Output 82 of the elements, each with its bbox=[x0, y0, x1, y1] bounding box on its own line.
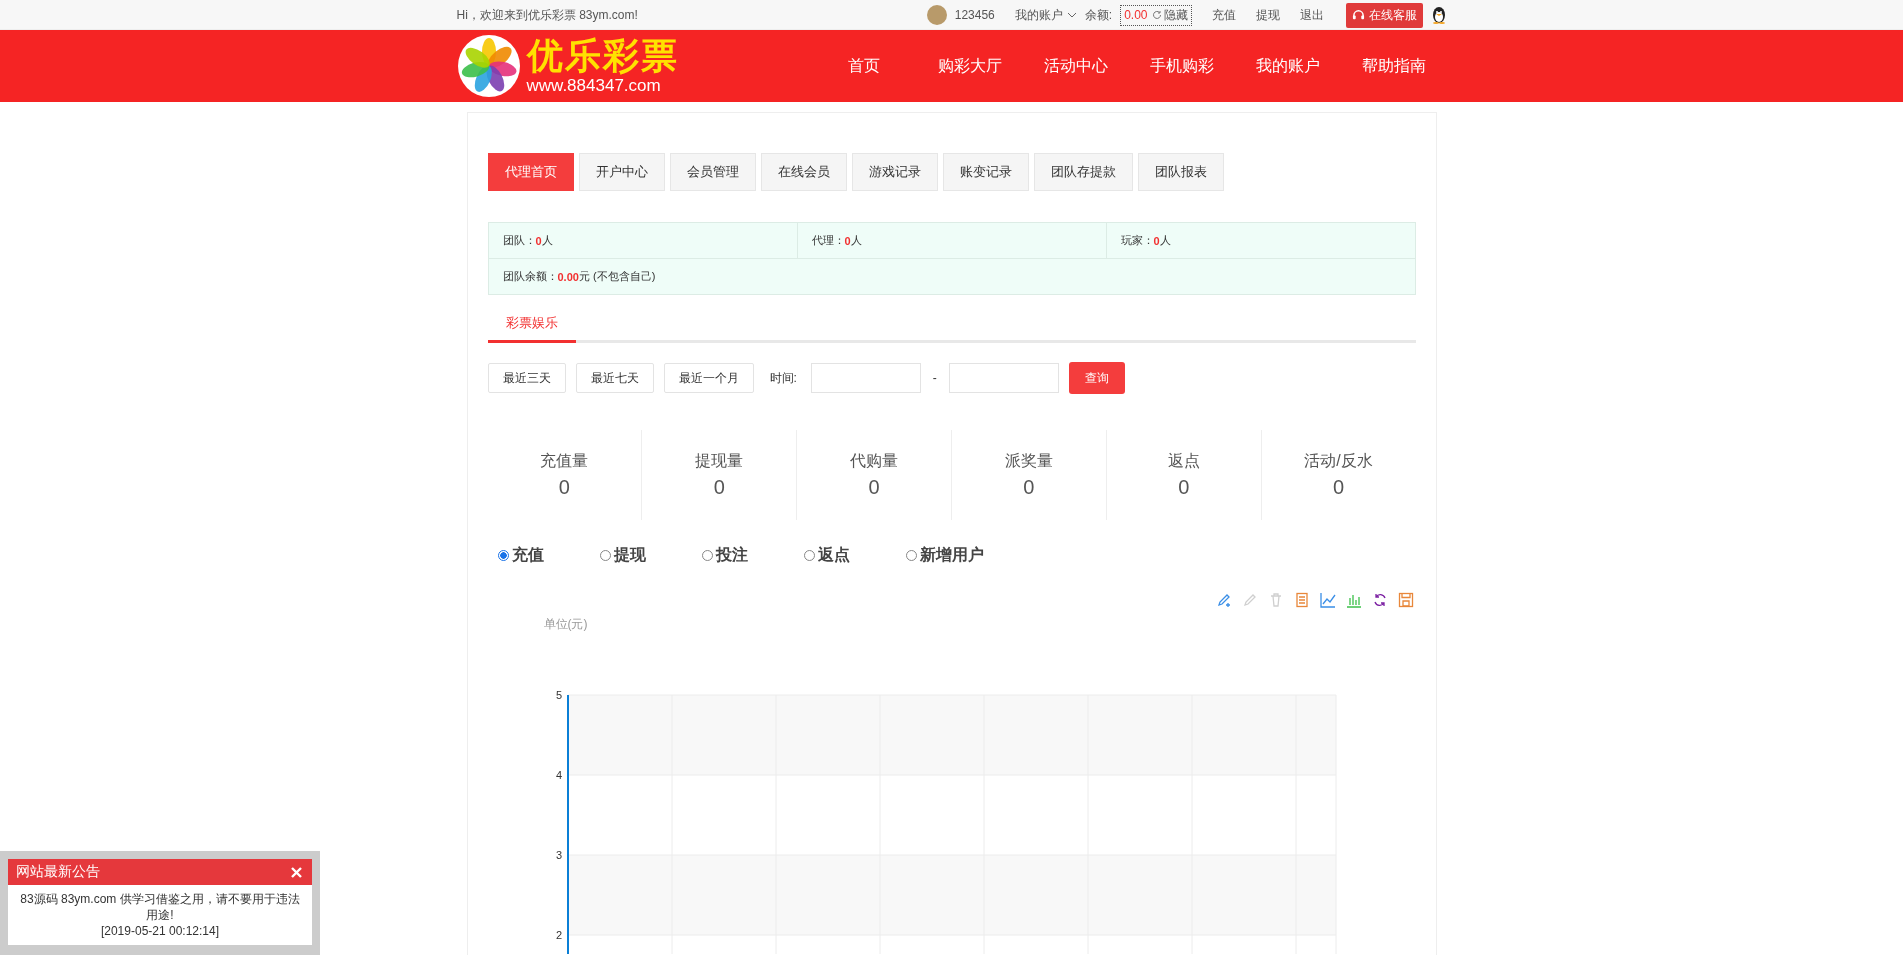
stat-value: 0 bbox=[558, 476, 570, 499]
notice-title: 网站最新公告 bbox=[16, 863, 100, 881]
nav-link[interactable]: 我的账户 bbox=[1234, 55, 1341, 77]
agent-tab[interactable]: 会员管理 bbox=[669, 153, 756, 191]
balance-label: 余额: bbox=[1084, 6, 1113, 24]
agent-tab[interactable]: 在线会员 bbox=[760, 153, 847, 191]
account-menu[interactable]: 我的账户 bbox=[1014, 6, 1077, 24]
refresh-icon bbox=[1151, 10, 1162, 20]
chart-radio[interactable]: 充值 bbox=[497, 545, 600, 566]
stat-value: 0 bbox=[1178, 476, 1190, 499]
username-text: 123456 bbox=[954, 8, 995, 22]
notice-message: 83源码 83ym.com 供学习借鉴之用，请不要用于违法用途! bbox=[19, 891, 301, 923]
bar-chart-icon[interactable] bbox=[1345, 592, 1362, 608]
start-date-field[interactable] bbox=[810, 363, 921, 393]
logo-icon bbox=[456, 34, 521, 98]
stat-value: 0 bbox=[1023, 476, 1035, 499]
top-link[interactable]: 退出 bbox=[1299, 6, 1324, 24]
stat-value: 0 bbox=[868, 476, 880, 499]
radio-circle[interactable] bbox=[497, 550, 509, 561]
logo-url: www.884347.com bbox=[526, 77, 662, 94]
stat-label: 返点 bbox=[1167, 451, 1200, 471]
date-range-button[interactable]: 最近三天 bbox=[487, 363, 566, 393]
category-tab[interactable]: 彩票娱乐 bbox=[487, 308, 576, 343]
y-axis-label: 3 bbox=[555, 849, 562, 861]
stat-label: 充值量 bbox=[540, 451, 589, 471]
close-icon[interactable] bbox=[291, 866, 302, 878]
balance-amount: 0.00 bbox=[1124, 8, 1148, 22]
agent-tab[interactable]: 团队报表 bbox=[1137, 153, 1224, 191]
radio-circle[interactable] bbox=[803, 550, 815, 561]
top-link[interactable]: 充值 bbox=[1211, 6, 1236, 24]
summary-cell-text: 团队：0人 bbox=[501, 233, 554, 249]
chart-radio[interactable]: 新增用户 bbox=[905, 545, 1008, 566]
headset-icon bbox=[1351, 8, 1365, 22]
stat-label: 活动/反水 bbox=[1304, 451, 1373, 471]
nav-link[interactable]: 购彩大厅 bbox=[916, 55, 1023, 77]
date-range-button[interactable]: 最近七天 bbox=[575, 363, 654, 393]
hide-balance-link[interactable]: 隐藏 bbox=[1151, 6, 1188, 24]
chart-radio[interactable]: 返点 bbox=[803, 545, 906, 566]
pencil-icon[interactable] bbox=[1241, 592, 1258, 608]
agent-tab[interactable]: 游戏记录 bbox=[851, 153, 938, 191]
avatar bbox=[926, 5, 947, 25]
summary-cell: 代理：0人 bbox=[796, 223, 1106, 258]
radio-circle[interactable] bbox=[701, 550, 713, 561]
logo-title: 优乐彩票 bbox=[526, 38, 679, 74]
greeting-text: Hi，欢迎来到优乐彩票 83ym.com! bbox=[456, 6, 638, 24]
range-separator: - bbox=[932, 371, 937, 385]
add-edit-icon[interactable] bbox=[1215, 592, 1232, 608]
chart-radio[interactable]: 提现 bbox=[599, 545, 702, 566]
stat-label: 提现量 bbox=[695, 451, 744, 471]
nav-link[interactable]: 活动中心 bbox=[1022, 55, 1129, 77]
online-support-button[interactable]: 在线客服 bbox=[1345, 2, 1423, 28]
chart-radio[interactable]: 投注 bbox=[701, 545, 804, 566]
y-axis-label: 5 bbox=[555, 689, 562, 701]
stat-label: 代购量 bbox=[850, 451, 899, 471]
query-button[interactable]: 查询 bbox=[1068, 362, 1125, 394]
nav-link[interactable]: 帮助指南 bbox=[1340, 55, 1447, 77]
agent-tab[interactable]: 团队存提款 bbox=[1033, 153, 1133, 191]
time-label: 时间: bbox=[769, 369, 797, 387]
agent-tab[interactable]: 账变记录 bbox=[942, 153, 1029, 191]
stat-value: 0 bbox=[1333, 476, 1345, 499]
save-icon[interactable] bbox=[1397, 592, 1414, 608]
agent-tab[interactable]: 开户中心 bbox=[578, 153, 665, 191]
top-link[interactable]: 提现 bbox=[1255, 6, 1280, 24]
chevron-down-icon bbox=[1066, 12, 1077, 18]
notice-time: [2019-05-21 00:12:14] bbox=[100, 923, 220, 939]
radio-circle[interactable] bbox=[905, 550, 917, 561]
unit-label: 单位(元) bbox=[543, 616, 589, 633]
penguin-icon[interactable] bbox=[1430, 6, 1447, 24]
nav-link[interactable]: 首页 bbox=[810, 55, 917, 77]
y-axis-label: 4 bbox=[555, 769, 562, 781]
nav-link[interactable]: 手机购彩 bbox=[1128, 55, 1235, 77]
stat-label: 派奖量 bbox=[1004, 451, 1053, 471]
y-axis-label: 2 bbox=[555, 929, 562, 941]
line-chart-icon[interactable] bbox=[1319, 592, 1336, 608]
summary-cell-text: 团队余额：0.00元 (不包含自己) bbox=[501, 269, 657, 285]
radio-circle[interactable] bbox=[599, 550, 611, 561]
document-icon[interactable] bbox=[1293, 592, 1310, 608]
date-range-button[interactable]: 最近一个月 bbox=[663, 363, 754, 393]
summary-cell: 玩家：0人 bbox=[1105, 223, 1415, 258]
stat-value: 0 bbox=[713, 476, 725, 499]
agent-tab[interactable]: 代理首页 bbox=[487, 153, 574, 191]
end-date-field[interactable] bbox=[948, 363, 1059, 393]
